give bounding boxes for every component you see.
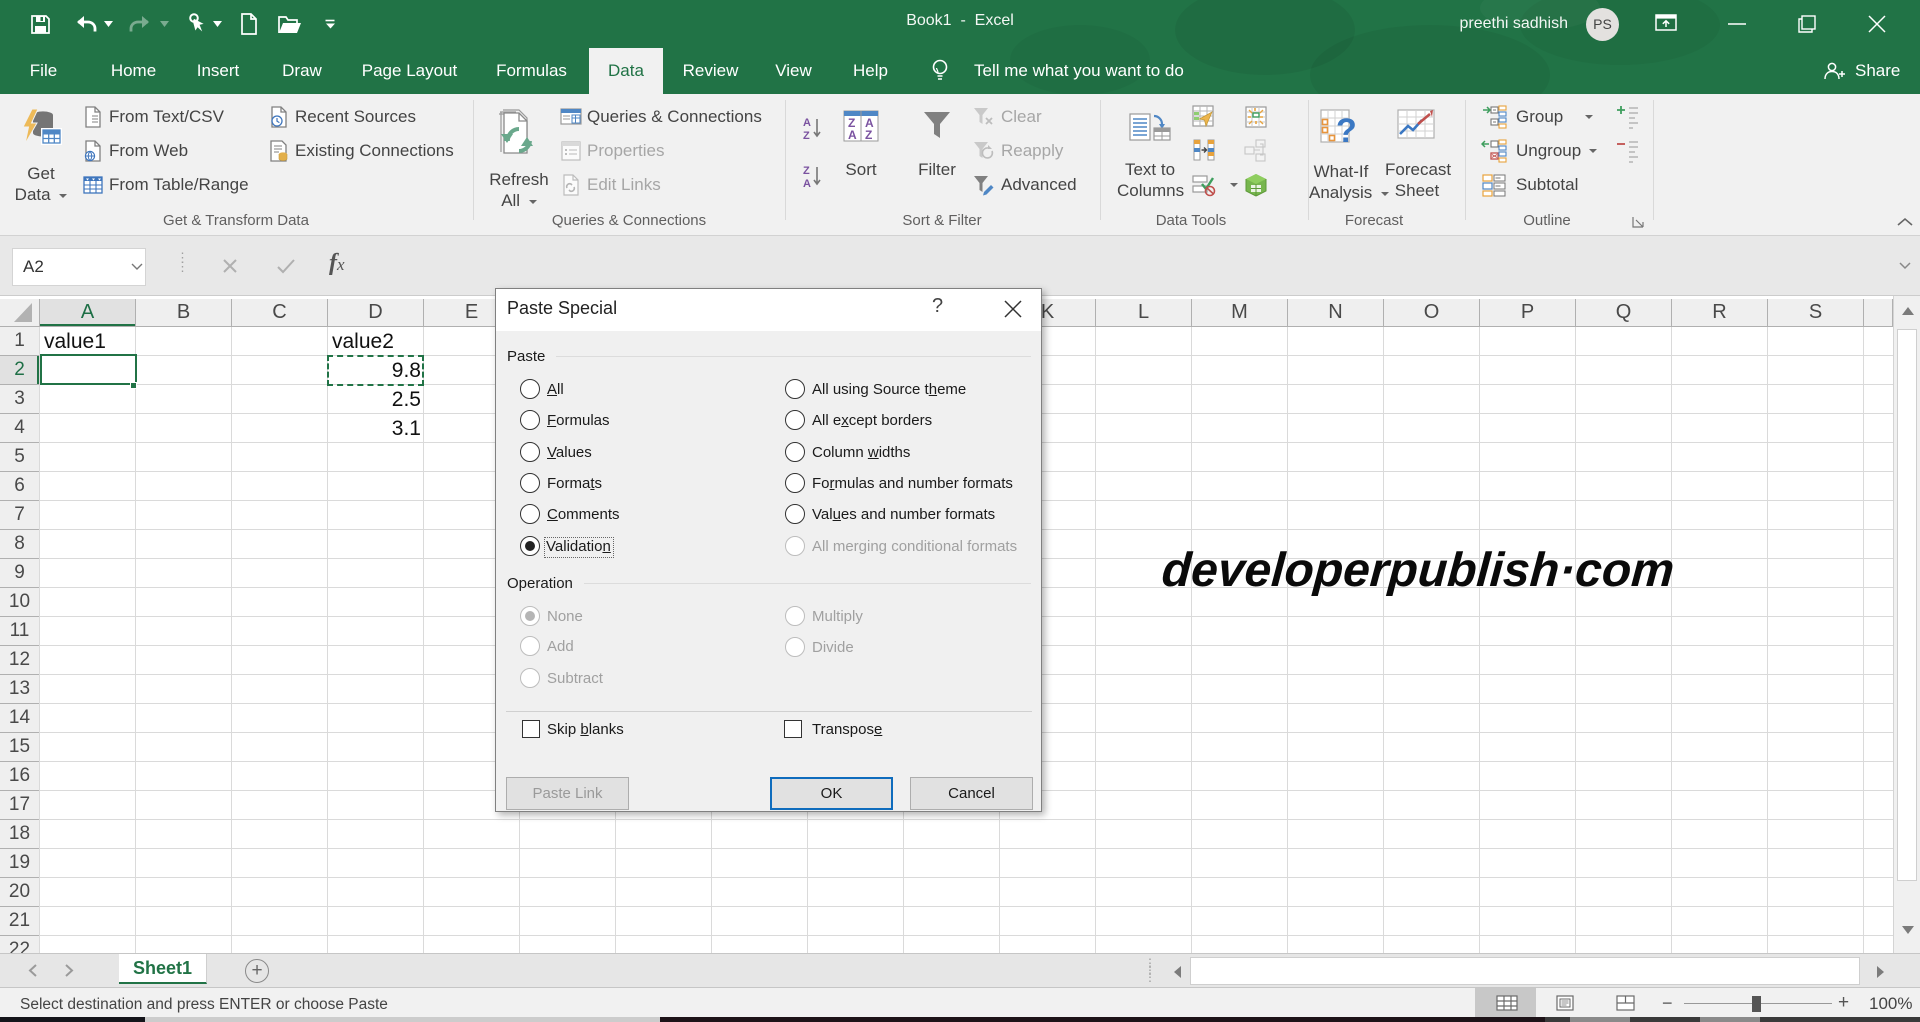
svg-text:A: A [803, 117, 811, 129]
svg-text:A: A [803, 178, 811, 190]
svg-text:?: ? [1336, 112, 1357, 148]
svg-text:Z: Z [803, 165, 810, 177]
svg-text:Z: Z [803, 130, 810, 142]
svg-text:A: A [848, 128, 857, 142]
svg-text:Z: Z [865, 128, 872, 142]
